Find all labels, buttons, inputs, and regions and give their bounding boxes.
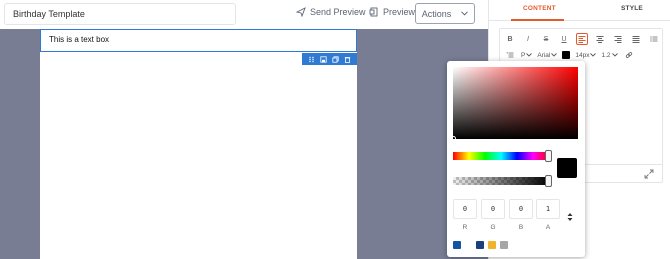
top-bar: Birthday Template Send Preview Preview A… [0, 0, 488, 29]
actions-dropdown[interactable]: Actions [415, 3, 475, 24]
chevron-down-icon [551, 53, 558, 57]
green-label: G [490, 224, 496, 231]
color-preview-swatch [557, 158, 577, 178]
font-size-value: 14px [575, 51, 590, 59]
preset-swatch[interactable] [476, 241, 484, 249]
text-box-block[interactable]: This is a text box [40, 29, 357, 52]
font-size-select[interactable]: 14px [575, 51, 597, 59]
align-right-icon[interactable] [612, 33, 624, 45]
preset-swatch[interactable] [453, 241, 461, 249]
saturation-area[interactable] [453, 67, 578, 139]
preset-swatch[interactable] [500, 241, 508, 249]
actions-label: Actions [421, 8, 452, 19]
alpha-slider[interactable] [453, 177, 549, 185]
delete-icon[interactable] [344, 56, 351, 63]
hue-slider-handle[interactable] [545, 150, 552, 162]
drag-handle-icon[interactable] [308, 56, 315, 63]
panel-tabs: CONTENT STYLE [489, 0, 670, 21]
red-label: R [462, 224, 468, 231]
strikethrough-icon[interactable]: S [540, 33, 552, 45]
color-picker-popup: 0 0 0 1 R G B A [447, 61, 585, 257]
link-icon[interactable] [623, 49, 635, 61]
format-toggle-icon[interactable] [567, 212, 573, 222]
hue-slider[interactable] [453, 152, 549, 160]
alpha-label: A [545, 224, 551, 231]
preset-swatch[interactable] [488, 241, 496, 249]
italic-icon[interactable]: I [522, 33, 534, 45]
alpha-input[interactable]: 1 [536, 199, 560, 219]
editor-canvas: This is a text box [0, 29, 488, 259]
send-preview-label: Send Preview [310, 7, 366, 17]
preview-icon [369, 7, 378, 17]
save-block-icon[interactable] [320, 55, 327, 63]
underline-icon[interactable]: U [558, 33, 570, 45]
bulleted-list-icon[interactable] [648, 33, 660, 45]
chevron-down-icon [461, 11, 469, 16]
line-height-select[interactable]: 1.2 [601, 51, 618, 59]
send-icon [296, 7, 306, 17]
bold-icon[interactable]: B [504, 33, 516, 45]
chevron-down-icon [611, 53, 618, 57]
font-family-value: Arial [537, 51, 551, 59]
line-height-value: 1.2 [601, 51, 611, 59]
red-input[interactable]: 0 [453, 199, 477, 219]
paragraph-format-value: P [521, 51, 526, 59]
tab-content[interactable]: CONTENT [523, 5, 556, 12]
font-family-select[interactable]: Arial [537, 51, 558, 59]
alpha-slider-handle[interactable] [545, 175, 552, 187]
align-justify-icon[interactable] [630, 33, 642, 45]
align-center-icon[interactable] [594, 33, 606, 45]
chevron-down-icon [590, 53, 597, 57]
template-name-field[interactable]: Birthday Template [4, 3, 236, 25]
blue-input[interactable]: 0 [509, 199, 533, 219]
duplicate-icon[interactable] [332, 55, 339, 63]
send-preview-button[interactable]: Send Preview [296, 7, 366, 17]
preview-label: Preview [383, 7, 416, 17]
expand-icon[interactable] [644, 169, 654, 179]
chevron-down-icon [526, 53, 533, 57]
block-toolbar [302, 53, 357, 65]
active-tab-indicator [511, 19, 564, 21]
paragraph-format-select[interactable]: P [521, 51, 533, 59]
blue-label: B [518, 224, 524, 231]
green-input[interactable]: 0 [481, 199, 505, 219]
saturation-handle[interactable] [451, 136, 456, 141]
align-left-icon[interactable] [576, 33, 588, 45]
preview-button[interactable]: Preview [369, 7, 415, 17]
formatting-toolbar-row-1: B I S U [504, 31, 660, 47]
numbered-list-icon[interactable] [504, 49, 516, 61]
tab-style[interactable]: STYLE [621, 5, 643, 12]
text-color-button[interactable] [562, 51, 571, 59]
email-editor-app: Birthday Template Send Preview Preview A… [0, 0, 670, 259]
